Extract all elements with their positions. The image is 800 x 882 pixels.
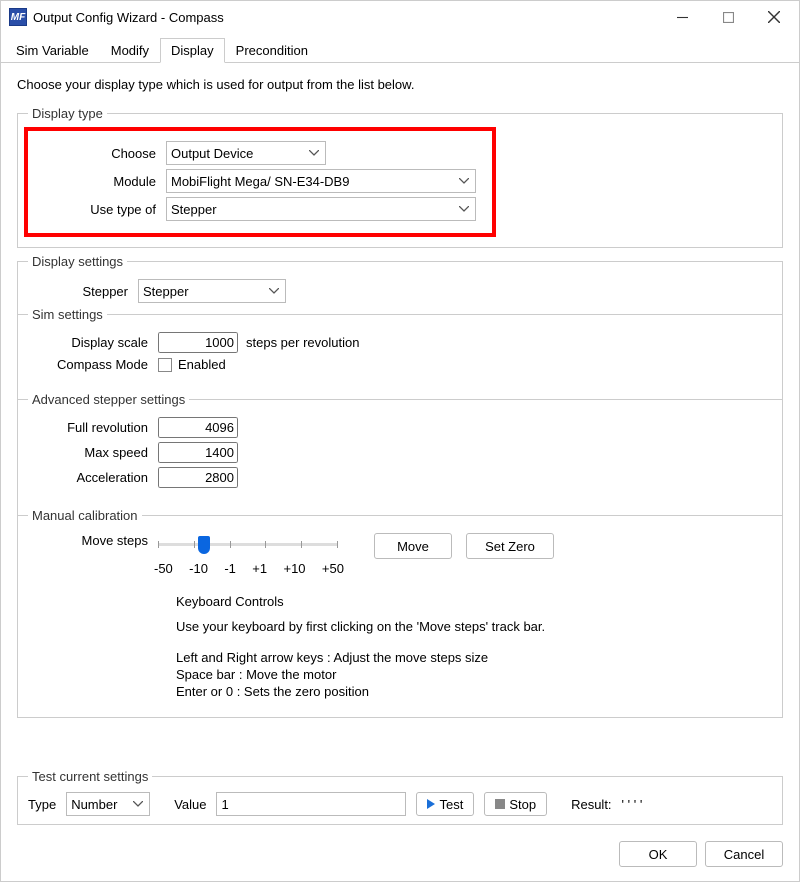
- module-label: Module: [36, 174, 166, 189]
- use-type-label: Use type of: [36, 202, 166, 217]
- move-steps-label: Move steps: [28, 533, 158, 548]
- display-type-legend: Display type: [28, 106, 107, 121]
- ok-button[interactable]: OK: [619, 841, 697, 867]
- test-button[interactable]: Test: [416, 792, 474, 816]
- test-type-label: Type: [28, 797, 56, 812]
- stop-button[interactable]: Stop: [484, 792, 547, 816]
- display-scale-suffix: steps per revolution: [246, 335, 359, 350]
- manual-calibration-legend: Manual calibration: [28, 508, 142, 523]
- test-value-label: Value: [174, 797, 206, 812]
- move-steps-slider[interactable]: [158, 533, 338, 555]
- dialog-buttons: OK Cancel: [1, 831, 799, 881]
- stop-icon: [495, 799, 505, 809]
- close-button[interactable]: [751, 3, 797, 31]
- window-title: Output Config Wizard - Compass: [33, 10, 659, 25]
- acceleration-input[interactable]: [158, 467, 238, 488]
- sim-settings-group: Sim settings Display scale steps per rev…: [18, 307, 782, 386]
- test-type-select[interactable]: Number: [66, 792, 150, 816]
- tab-sim-variable[interactable]: Sim Variable: [5, 38, 100, 63]
- app-logo-icon: MF: [9, 8, 27, 26]
- test-settings-group: Test current settings Type Number Value …: [17, 769, 783, 825]
- test-settings-legend: Test current settings: [28, 769, 152, 784]
- display-scale-input[interactable]: [158, 332, 238, 353]
- kb-line-3: Enter or 0 : Sets the zero position: [176, 684, 596, 699]
- test-value-input[interactable]: [216, 792, 406, 816]
- intro-text: Choose your display type which is used f…: [17, 77, 783, 92]
- display-type-group: Display type Choose Output Device Module…: [17, 106, 783, 248]
- advanced-stepper-group: Advanced stepper settings Full revolutio…: [18, 392, 782, 502]
- use-type-select[interactable]: Stepper: [166, 197, 476, 221]
- dialog-window: MF Output Config Wizard - Compass Sim Va…: [0, 0, 800, 882]
- tab-modify[interactable]: Modify: [100, 38, 160, 63]
- module-select[interactable]: MobiFlight Mega/ SN-E34-DB9: [166, 169, 476, 193]
- tab-precondition[interactable]: Precondition: [225, 38, 319, 63]
- display-scale-label: Display scale: [28, 335, 158, 350]
- display-settings-legend: Display settings: [28, 254, 127, 269]
- minimize-button[interactable]: [659, 3, 705, 31]
- sim-settings-legend: Sim settings: [28, 307, 107, 322]
- titlebar: MF Output Config Wizard - Compass: [1, 1, 799, 33]
- manual-calibration-group: Manual calibration Move steps -50-10-1+1…: [18, 508, 782, 709]
- result-value: ' ' ' ': [622, 797, 643, 812]
- keyboard-controls-block: Keyboard Controls Use your keyboard by f…: [176, 594, 596, 699]
- acceleration-label: Acceleration: [28, 470, 158, 485]
- display-settings-group: Display settings Stepper Stepper Sim set…: [17, 254, 783, 718]
- play-icon: [427, 799, 435, 809]
- set-zero-button[interactable]: Set Zero: [466, 533, 554, 559]
- stepper-label: Stepper: [28, 284, 138, 299]
- tab-display[interactable]: Display: [160, 38, 225, 63]
- result-label: Result:: [571, 797, 611, 812]
- kb-line-2: Space bar : Move the motor: [176, 667, 596, 682]
- keyboard-controls-desc: Use your keyboard by first clicking on t…: [176, 619, 596, 634]
- stepper-select[interactable]: Stepper: [138, 279, 286, 303]
- choose-select[interactable]: Output Device: [166, 141, 326, 165]
- tab-content: Choose your display type which is used f…: [1, 63, 799, 765]
- advanced-stepper-legend: Advanced stepper settings: [28, 392, 189, 407]
- tabbar: Sim Variable Modify Display Precondition: [1, 37, 799, 63]
- highlight-box: Choose Output Device Module MobiFlight M…: [24, 127, 496, 237]
- choose-label: Choose: [36, 146, 166, 161]
- max-speed-input[interactable]: [158, 442, 238, 463]
- keyboard-controls-header: Keyboard Controls: [176, 594, 596, 609]
- slider-thumb-icon[interactable]: [198, 536, 210, 554]
- max-speed-label: Max speed: [28, 445, 158, 460]
- compass-mode-label: Compass Mode: [28, 357, 158, 372]
- slider-tick-labels: -50-10-1+1+10+50: [154, 561, 344, 576]
- cancel-button[interactable]: Cancel: [705, 841, 783, 867]
- compass-mode-check-label: Enabled: [178, 357, 226, 372]
- compass-mode-checkbox[interactable]: [158, 358, 172, 372]
- move-button[interactable]: Move: [374, 533, 452, 559]
- full-revolution-input[interactable]: [158, 417, 238, 438]
- full-revolution-label: Full revolution: [28, 420, 158, 435]
- maximize-button[interactable]: [705, 3, 751, 31]
- kb-line-1: Left and Right arrow keys : Adjust the m…: [176, 650, 596, 665]
